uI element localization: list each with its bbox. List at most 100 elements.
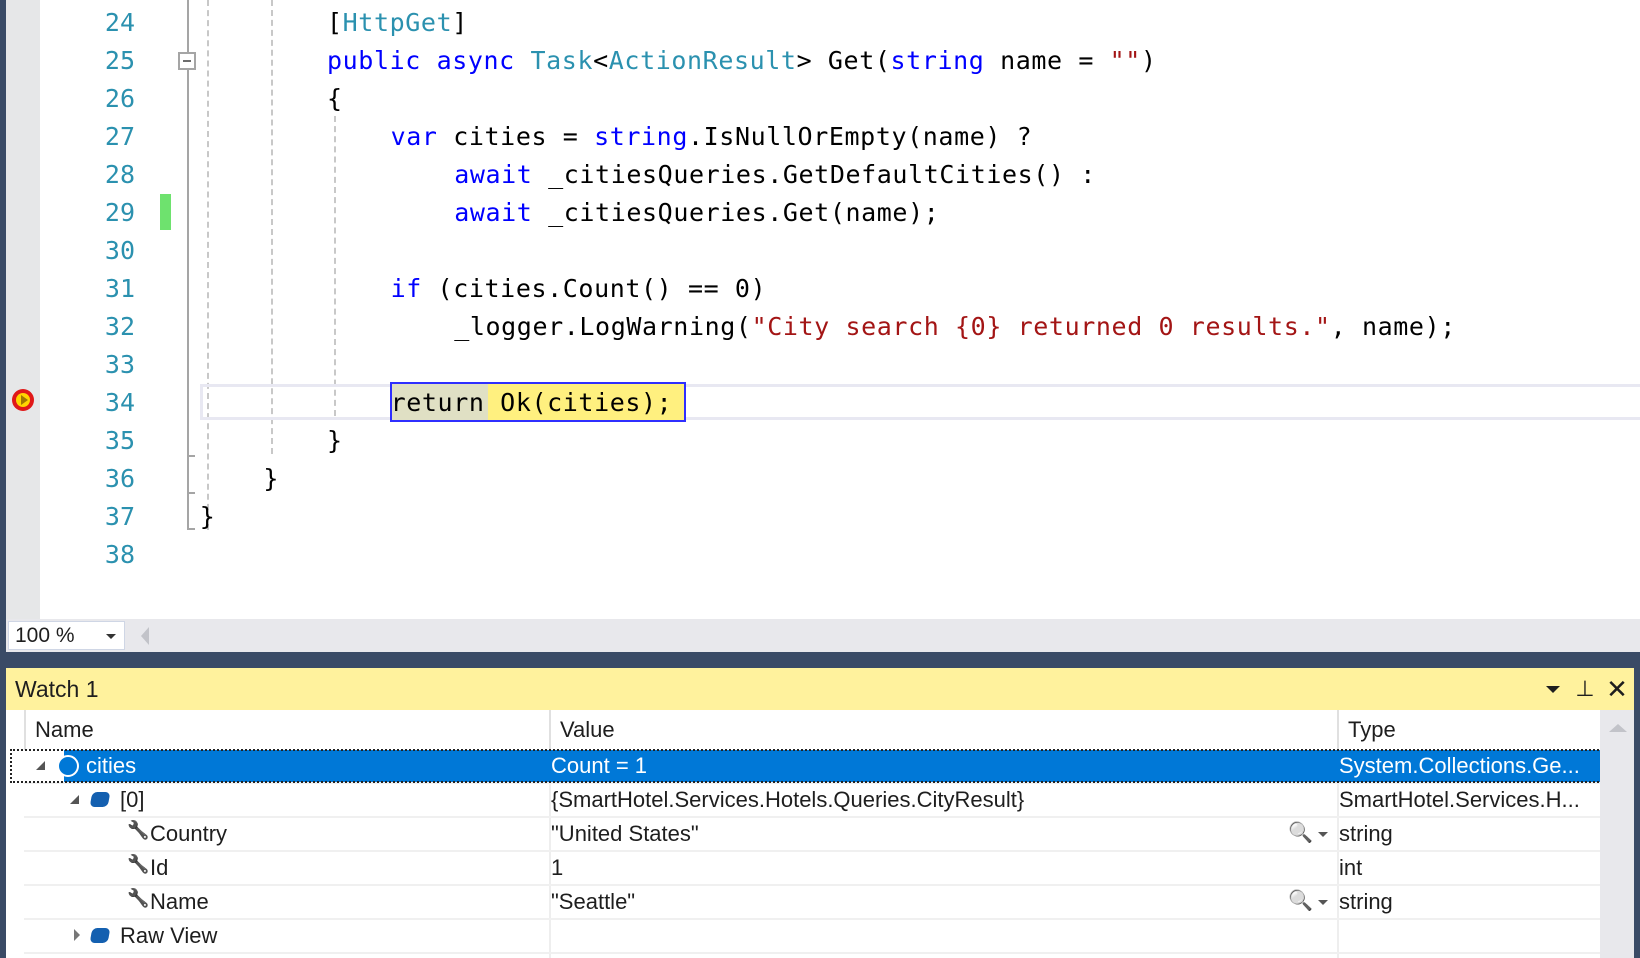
line-number: 32 — [104, 312, 135, 341]
vertical-scrollbar[interactable] — [1600, 710, 1634, 958]
text-visualizer-search-icon[interactable]: 🔍 — [1288, 888, 1313, 913]
watch-value-cell[interactable]: "Seattle" — [551, 886, 1251, 918]
line-number: 36 — [104, 464, 135, 493]
glyph-margin[interactable] — [6, 0, 40, 619]
watch-row[interactable]: cities Count = 1 System.Collections.Ge... — [10, 749, 1602, 784]
watch-name-cell[interactable]: Raw View — [120, 920, 544, 952]
code-token: if — [390, 274, 422, 303]
watch-value-cell[interactable] — [551, 920, 1251, 952]
code-token: .IsNullOrEmpty(name) ? — [688, 122, 1033, 151]
object-icon — [89, 928, 111, 943]
watch-type-cell — [1339, 920, 1597, 952]
watch-name-cell[interactable]: cities — [86, 750, 544, 782]
code-token: (cities.Count() == 0) — [421, 274, 767, 303]
indent-guide — [334, 116, 336, 416]
code-editor[interactable]: 24 25 26 27 28 29 30 31 32 33 34 35 36 37 38 [HttpGet]… — [6, 0, 1640, 619]
visualizer-dropdown-icon[interactable] — [1318, 900, 1328, 905]
text-visualizer-search-icon[interactable]: 🔍 — [1288, 820, 1313, 845]
code-token: "City search {0} returned 0 results." — [751, 312, 1331, 341]
code-line[interactable]: return Ok(cities); — [391, 384, 673, 422]
pin-icon[interactable]: ⊥ — [1572, 668, 1598, 710]
expand-triangle-icon[interactable] — [74, 929, 80, 941]
code-token: string — [594, 122, 688, 151]
zoom-level-dropdown[interactable]: 100 % — [8, 621, 125, 650]
code-line[interactable]: public async Task<ActionResult> Get(stri… — [327, 42, 1157, 80]
line-number: 28 — [104, 160, 135, 189]
line-number: 30 — [104, 236, 135, 265]
watch-row[interactable]: Raw View — [24, 920, 1600, 954]
line-number: 27 — [104, 122, 135, 151]
code-token: [ — [327, 8, 343, 37]
object-icon — [89, 792, 111, 807]
code-token: var — [390, 122, 438, 151]
line-number: 33 — [104, 350, 135, 379]
watch-value-cell[interactable]: {SmartHotel.Services.Hotels.Queries.City… — [551, 784, 1251, 816]
watch-row[interactable]: 🔧 Country "United States" 🔍 string — [24, 818, 1600, 852]
watch-window: Watch 1 ⊥ ✕ Name Value Type cities Count … — [6, 668, 1634, 958]
watch-title-bar[interactable]: Watch 1 ⊥ ✕ — [6, 668, 1634, 710]
watch-row[interactable]: 🔧 Id 1 int — [24, 852, 1600, 886]
scroll-up-icon[interactable] — [1609, 724, 1627, 732]
watch-row[interactable]: 🔧 Name "Seattle" 🔍 string — [24, 886, 1600, 920]
line-number: 25 — [104, 46, 135, 75]
watch-name-cell[interactable]: Country — [150, 818, 544, 850]
code-line[interactable]: var cities = string.IsNullOrEmpty(name) … — [391, 118, 1033, 156]
code-line[interactable]: await _citiesQueries.Get(name); — [454, 194, 939, 232]
code-line[interactable]: await _citiesQueries.GetDefaultCities() … — [454, 156, 1096, 194]
watch-row[interactable]: [0] {SmartHotel.Services.Hotels.Queries.C… — [24, 784, 1600, 818]
column-header-name[interactable]: Name — [24, 710, 549, 750]
property-wrench-icon: 🔧 — [127, 888, 150, 908]
watch-value-cell[interactable]: 1 — [551, 852, 1251, 884]
code-token: HttpGet — [342, 8, 453, 37]
watch-name-cell[interactable]: [0] — [120, 784, 544, 816]
code-line[interactable]: } — [327, 422, 343, 460]
watch-grid: Name Value Type cities Count = 1 System.Co… — [6, 710, 1602, 958]
code-token: await — [454, 160, 533, 189]
code-line[interactable]: if (cities.Count() == 0) — [391, 270, 767, 308]
scroll-left-icon[interactable] — [141, 627, 149, 645]
code-line[interactable]: [HttpGet] — [327, 4, 468, 42]
code-line[interactable]: } — [200, 498, 216, 536]
code-token: } — [327, 426, 343, 455]
code-line[interactable]: _logger.LogWarning("City search {0} retu… — [454, 308, 1456, 346]
watch-title: Watch 1 — [15, 676, 99, 702]
outlining-end-tick — [187, 455, 195, 457]
code-token: cities = — [437, 122, 595, 151]
code-token: < — [593, 46, 609, 75]
collapse-triangle-icon[interactable] — [70, 795, 79, 804]
watch-type-cell: SmartHotel.Services.H... — [1339, 787, 1580, 812]
code-token: ActionResult — [608, 46, 797, 75]
line-number: 24 — [104, 8, 135, 37]
outlining-line — [187, 0, 189, 530]
code-token: string — [890, 46, 985, 75]
line-number: 26 — [104, 84, 135, 113]
instruction-pointer-breakpoint-icon[interactable] — [12, 389, 34, 411]
line-number: 31 — [104, 274, 135, 303]
object-outline-icon — [57, 755, 79, 777]
code-token: } — [263, 464, 280, 493]
line-number: 37 — [104, 502, 135, 531]
column-header-type[interactable]: Type — [1337, 710, 1600, 750]
property-wrench-icon: 🔧 — [127, 820, 150, 840]
code-line[interactable]: { — [327, 80, 343, 118]
code-line[interactable]: } — [263, 460, 279, 498]
code-token: } — [199, 502, 216, 531]
watch-value-cell[interactable]: "United States" — [551, 818, 1251, 850]
watch-name-cell[interactable]: Name — [150, 886, 544, 918]
watch-value-cell[interactable]: Count = 1 — [551, 750, 1251, 782]
zoom-level-value: 100 % — [15, 624, 75, 647]
line-number: 34 — [104, 388, 135, 417]
window-position-dropdown-icon[interactable] — [1540, 668, 1566, 710]
watch-name-cell[interactable]: Id — [150, 852, 544, 884]
editor-zoom-bar: 100 % — [6, 619, 1640, 652]
code-token: ) — [1140, 46, 1157, 75]
close-icon[interactable]: ✕ — [1604, 668, 1630, 710]
collapse-region-icon[interactable] — [178, 52, 196, 70]
code-token: name = — [984, 46, 1110, 75]
column-header-value[interactable]: Value — [549, 710, 1337, 750]
chevron-down-icon[interactable] — [106, 634, 116, 639]
outlining-end-tick — [187, 492, 195, 494]
visualizer-dropdown-icon[interactable] — [1318, 832, 1328, 837]
collapse-triangle-icon[interactable] — [36, 761, 45, 770]
